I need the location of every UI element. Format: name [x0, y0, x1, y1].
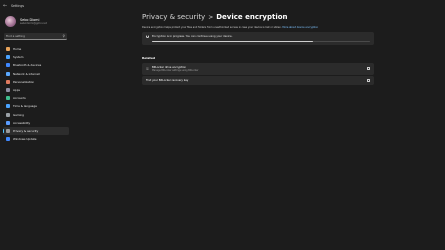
encryption-status-card: Encryption is in progress. You can conti…: [142, 32, 374, 45]
nav-list: Home System Bluetooth & devices Network & i…: [3, 45, 69, 143]
sidebar-item-label: Privacy & security: [13, 128, 39, 133]
sidebar-item-apps[interactable]: Apps: [3, 86, 69, 94]
description-text: Device encryption helps protect your fil…: [142, 26, 282, 29]
sidebar-item-label: Bluetooth & devices: [13, 63, 42, 68]
user-profile[interactable]: Sebo Diomi sebodiomi@gmx.net: [5, 16, 47, 27]
sidebar-item-label: Personalization: [13, 79, 35, 84]
sidebar-item-home[interactable]: Home: [3, 45, 69, 53]
sidebar-item-label: Network & internet: [13, 71, 40, 76]
page-title: Device encryption: [216, 13, 288, 21]
progress-spinner-icon: [146, 35, 149, 39]
avatar[interactable]: [5, 16, 16, 27]
search-placeholder: Find a setting: [6, 34, 25, 38]
sidebar-item-label: Windows Update: [13, 137, 37, 142]
progress-fill: [152, 40, 314, 42]
window-title: Settings: [11, 4, 25, 8]
learn-more-link[interactable]: More about device encryption: [282, 26, 318, 29]
main-content: Privacy & security > Device encryption D…: [142, 12, 374, 85]
sidebar-item-icon: [6, 88, 10, 93]
page-description: Device encryption helps protect your fil…: [142, 26, 374, 29]
sidebar-item-icon: [6, 128, 10, 133]
bitlocker-drive-encryption-card[interactable]: ⚿ BitLocker drive encryption Manage BitL…: [142, 63, 374, 75]
sidebar-item-label: System: [13, 55, 24, 60]
breadcrumb-separator: >: [208, 13, 214, 21]
find-recovery-key-card[interactable]: Find your BitLocker recovery key: [142, 76, 374, 85]
title-bar: ← Settings: [0, 0, 445, 12]
sidebar-item-gaming[interactable]: Gaming: [3, 111, 69, 119]
external-link-icon[interactable]: [366, 78, 370, 83]
search-icon[interactable]: ⚲: [63, 34, 65, 38]
sidebar-item-icon: [6, 71, 10, 76]
sidebar-item-label: Apps: [13, 88, 20, 93]
sidebar-item-system[interactable]: System: [3, 53, 69, 61]
sidebar-item-bluetooth-devices[interactable]: Bluetooth & devices: [3, 61, 69, 69]
progress-bar: [152, 40, 370, 42]
breadcrumb: Privacy & security > Device encryption: [142, 12, 374, 22]
sidebar-item-icon: [6, 96, 10, 101]
search-input[interactable]: Find a setting ⚲: [4, 33, 67, 40]
sidebar-item-icon: [6, 112, 10, 117]
external-link-icon[interactable]: [366, 66, 370, 70]
sidebar-item-label: Accounts: [13, 96, 26, 101]
recovery-key-title: Find your BitLocker recovery key: [146, 79, 189, 83]
bitlocker-subtitle: Manage BitLocker settings using BitLocke…: [152, 69, 199, 73]
sidebar-item-accessibility[interactable]: Accessibility: [3, 119, 69, 127]
sidebar-item-icon: [6, 120, 10, 125]
profile-email: sebodiomi@gmx.net: [20, 21, 47, 25]
sidebar-item-network-internet[interactable]: Network & internet: [3, 70, 69, 78]
sidebar-item-windows-update[interactable]: Windows Update: [3, 135, 69, 143]
sidebar-item-label: Home: [13, 47, 22, 52]
back-arrow-icon[interactable]: ←: [3, 3, 9, 9]
related-heading: Related: [142, 56, 156, 60]
sidebar: Sebo Diomi sebodiomi@gmx.net Find a sett…: [0, 12, 72, 250]
sidebar-item-icon: [6, 104, 10, 109]
sidebar-item-icon: [6, 137, 10, 142]
sidebar-item-label: Accessibility: [13, 120, 31, 125]
sidebar-item-label: Gaming: [13, 112, 24, 117]
sidebar-item-label: Time & language: [13, 104, 37, 109]
sidebar-item-icon: [6, 47, 10, 52]
sidebar-item-icon: [6, 55, 10, 60]
sidebar-item-privacy-security[interactable]: Privacy & security: [3, 126, 69, 136]
sidebar-item-time-language[interactable]: Time & language: [3, 102, 69, 110]
encryption-status-text: Encryption is in progress. You can conti…: [152, 35, 233, 39]
breadcrumb-parent[interactable]: Privacy & security: [142, 13, 205, 21]
sidebar-item-icon: [6, 63, 10, 68]
sidebar-item-icon: [6, 79, 10, 84]
sidebar-item-personalization[interactable]: Personalization: [3, 78, 69, 86]
sidebar-item-accounts[interactable]: Accounts: [3, 94, 69, 102]
key-icon: ⚿: [146, 66, 149, 71]
